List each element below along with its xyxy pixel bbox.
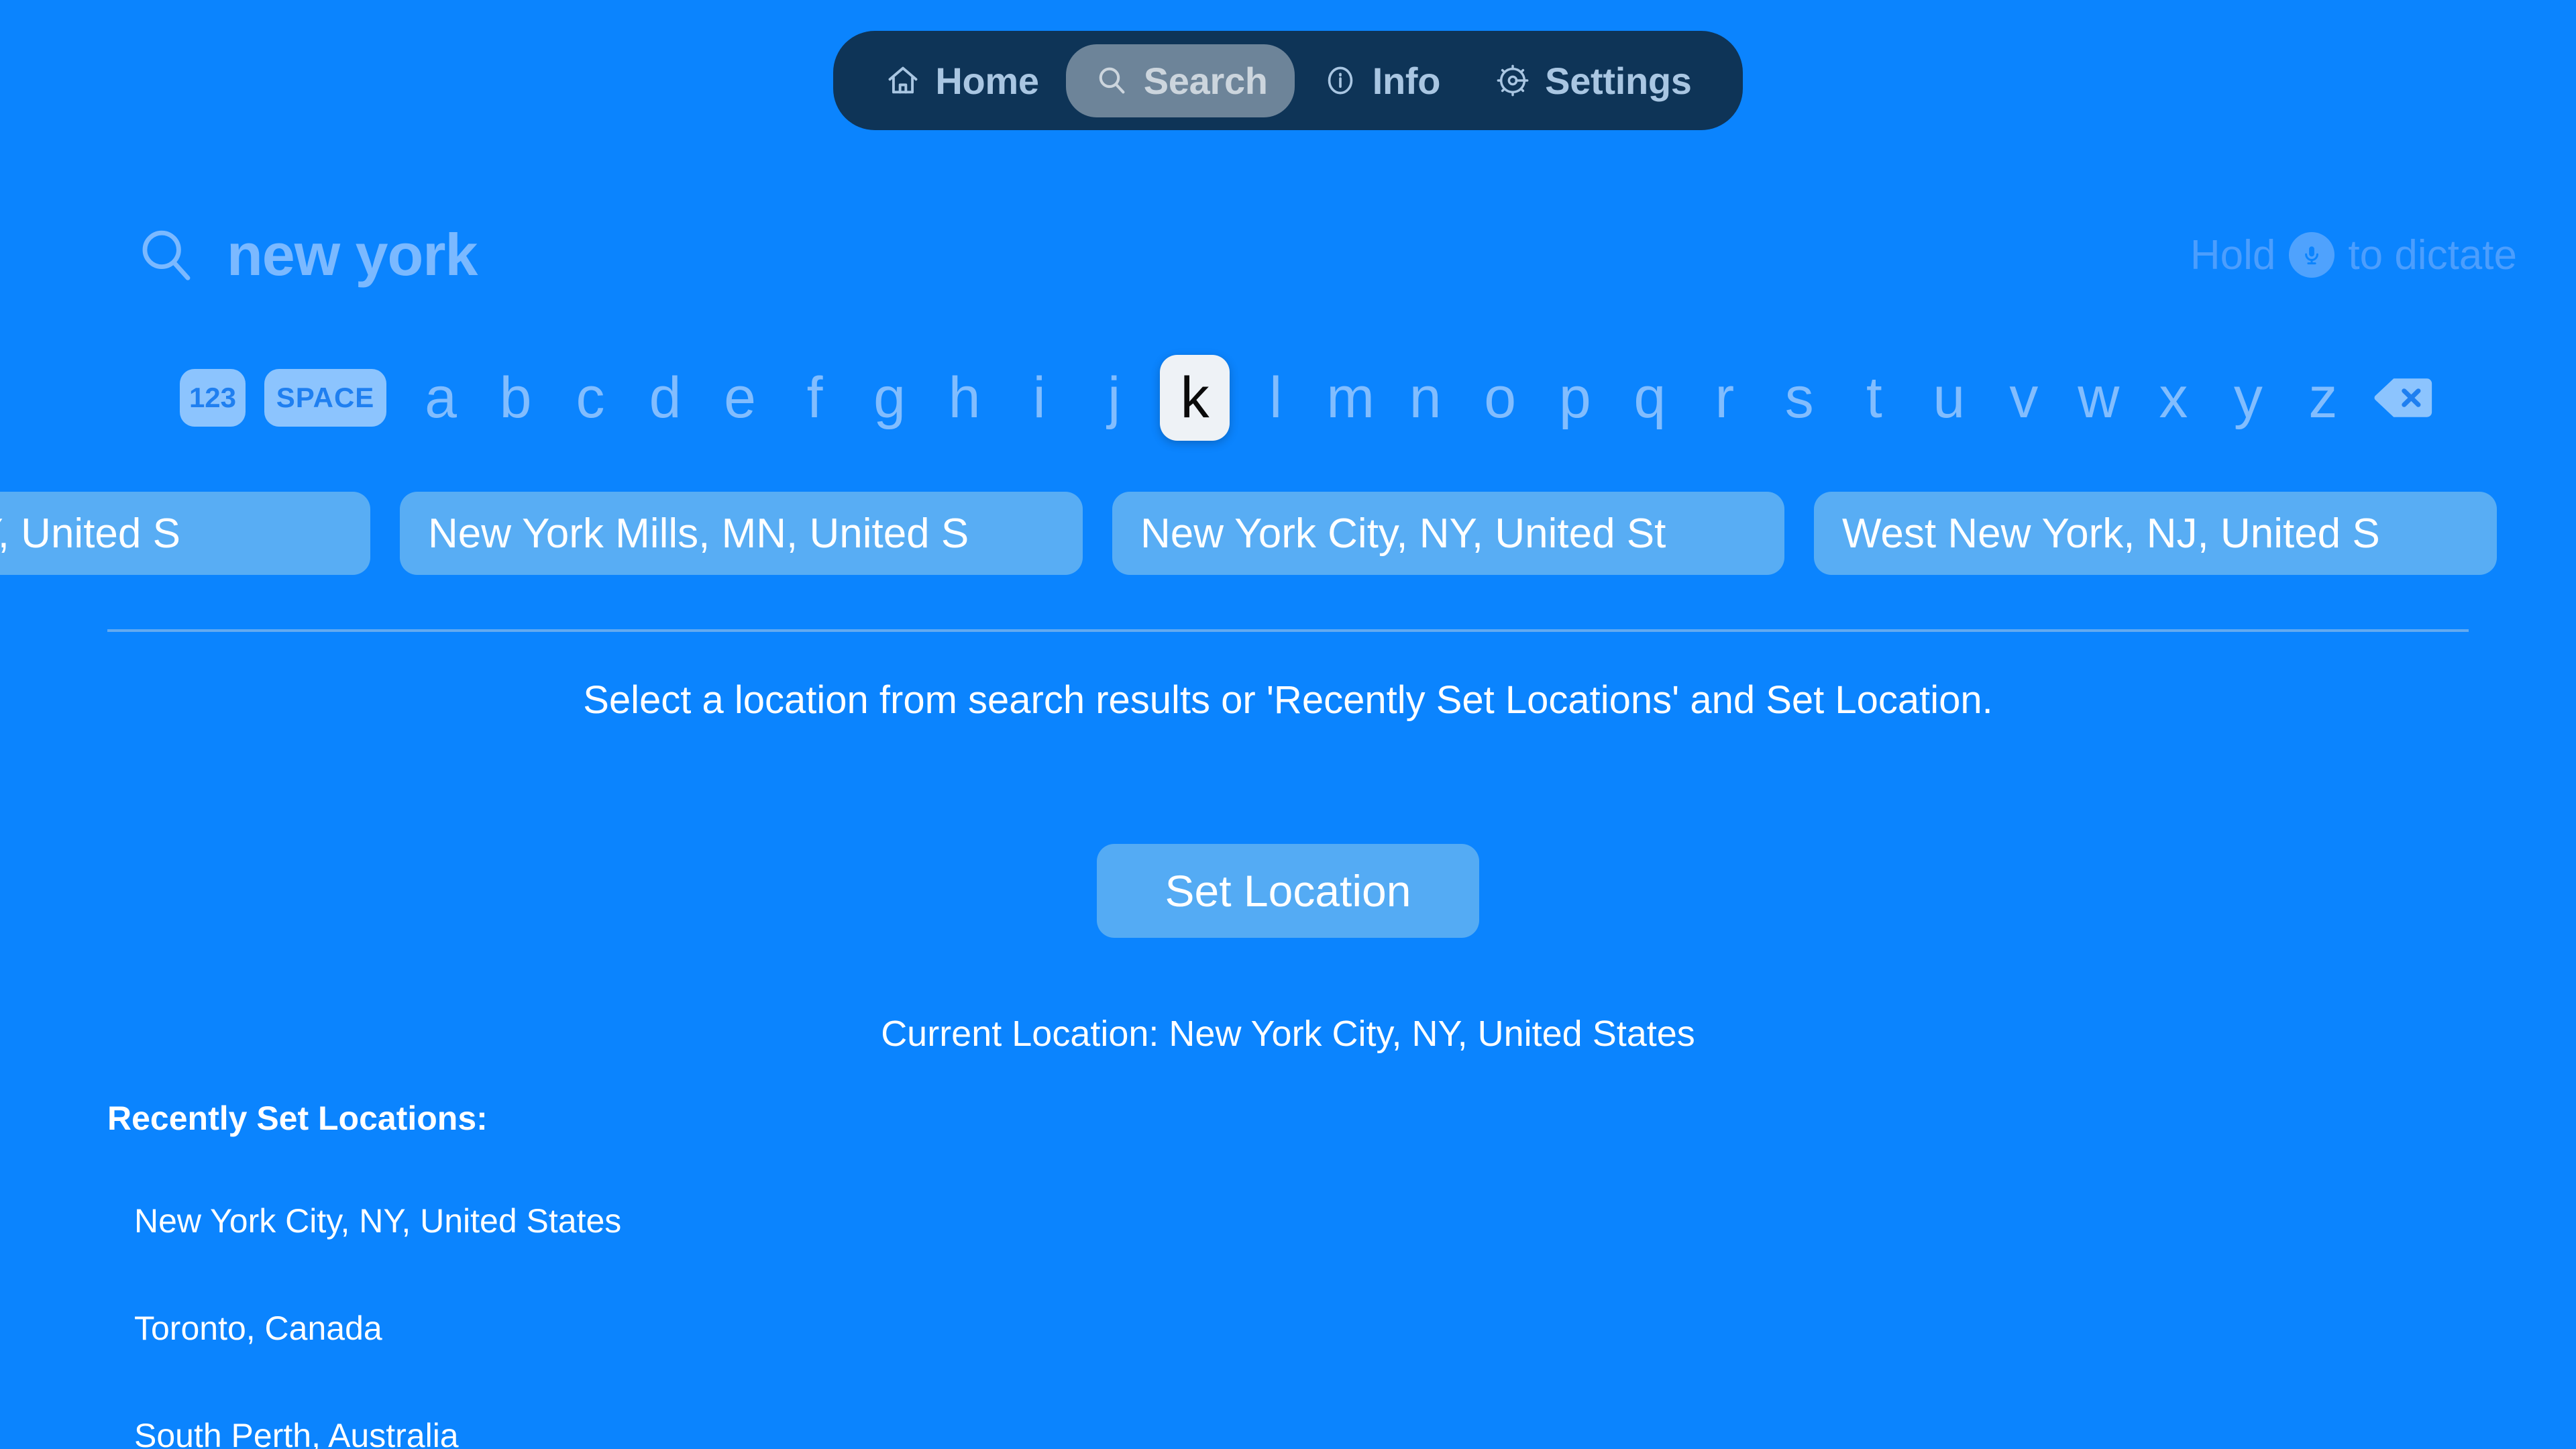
- key-numeric-toggle[interactable]: 123: [180, 369, 246, 427]
- list-item[interactable]: Toronto, Canada: [134, 1275, 621, 1382]
- suggestion-chip[interactable]: New York Mills, MN, United S: [400, 492, 1083, 575]
- key-t[interactable]: t: [1845, 347, 1903, 448]
- key-s[interactable]: s: [1770, 347, 1828, 448]
- keyboard-letters: a b c d e f g h i j k l m n o p q r s t …: [412, 347, 2352, 448]
- set-location-button[interactable]: Set Location: [1097, 844, 1479, 938]
- home-icon: [884, 62, 922, 99]
- search-row: new york Hold to dictate: [0, 195, 2576, 315]
- microphone-icon[interactable]: [2289, 232, 2335, 278]
- key-n[interactable]: n: [1397, 347, 1454, 448]
- recently-set-locations-heading: Recently Set Locations:: [107, 1099, 488, 1137]
- section-divider: [107, 629, 2469, 632]
- key-z[interactable]: z: [2294, 347, 2352, 448]
- search-field[interactable]: new york: [134, 223, 478, 287]
- key-j[interactable]: j: [1085, 347, 1143, 448]
- search-input[interactable]: new york: [227, 225, 478, 284]
- nav-item-info-label: Info: [1372, 59, 1441, 102]
- key-f[interactable]: f: [786, 347, 844, 448]
- key-o[interactable]: o: [1471, 347, 1529, 448]
- suggestion-chip-label: New York Mills, MN, United S: [428, 510, 969, 557]
- key-k[interactable]: k: [1160, 355, 1230, 441]
- nav-item-search[interactable]: Search: [1065, 44, 1295, 117]
- key-g[interactable]: g: [861, 347, 918, 448]
- key-a[interactable]: a: [412, 347, 470, 448]
- key-b[interactable]: b: [487, 347, 545, 448]
- dictate-suffix-label: to dictate: [2348, 231, 2517, 278]
- dictate-prefix-label: Hold: [2190, 231, 2276, 278]
- key-p[interactable]: p: [1546, 347, 1604, 448]
- key-x[interactable]: x: [2145, 347, 2202, 448]
- suggestion-chip[interactable]: ork, NY, United S: [0, 492, 370, 575]
- info-icon: [1322, 62, 1359, 99]
- key-i[interactable]: i: [1010, 347, 1068, 448]
- search-icon: [134, 223, 199, 287]
- key-e[interactable]: e: [711, 347, 769, 448]
- recently-set-locations-list: New York City, NY, United States Toronto…: [134, 1167, 621, 1449]
- suggestion-chip-label: New York City, NY, United St: [1140, 510, 1666, 557]
- suggestion-chip[interactable]: West New York, NJ, United S: [1814, 492, 2497, 575]
- nav-item-settings[interactable]: Settings: [1467, 44, 1719, 117]
- instruction-text: Select a location from search results or…: [583, 678, 1993, 722]
- key-q[interactable]: q: [1621, 347, 1678, 448]
- top-navigation-bar: Home Search Info Settings: [0, 0, 2576, 161]
- backspace-icon[interactable]: [2372, 367, 2434, 429]
- key-m[interactable]: m: [1322, 347, 1379, 448]
- suggestion-chip-label: ork, NY, United S: [0, 510, 180, 557]
- nav-item-home-label: Home: [935, 59, 1039, 102]
- key-l[interactable]: l: [1247, 347, 1305, 448]
- suggestion-chip[interactable]: New York City, NY, United St: [1112, 492, 1784, 575]
- gear-icon: [1494, 62, 1532, 99]
- key-y[interactable]: y: [2219, 347, 2277, 448]
- current-location-text: Current Location: New York City, NY, Uni…: [881, 1014, 1695, 1054]
- set-location-button-row: Set Location: [0, 844, 2576, 938]
- nav-pill-container: Home Search Info Settings: [833, 31, 1743, 130]
- key-v[interactable]: v: [1995, 347, 2053, 448]
- key-d[interactable]: d: [637, 347, 694, 448]
- key-c[interactable]: c: [561, 347, 619, 448]
- key-u[interactable]: u: [1920, 347, 1978, 448]
- key-w[interactable]: w: [2070, 347, 2127, 448]
- key-h[interactable]: h: [936, 347, 994, 448]
- on-screen-keyboard: 123 SPACE a b c d e f g h i j k l m n o …: [0, 347, 2576, 448]
- suggestion-chip-label: West New York, NJ, United S: [1842, 510, 2380, 557]
- nav-item-settings-label: Settings: [1545, 59, 1692, 102]
- key-space[interactable]: SPACE: [264, 369, 386, 427]
- dictate-hint[interactable]: Hold to dictate: [2190, 231, 2517, 279]
- key-r[interactable]: r: [1696, 347, 1754, 448]
- search-icon: [1093, 62, 1130, 99]
- nav-item-home[interactable]: Home: [857, 44, 1065, 117]
- nav-item-search-label: Search: [1143, 59, 1268, 102]
- list-item[interactable]: New York City, NY, United States: [134, 1167, 621, 1275]
- nav-item-info[interactable]: Info: [1295, 44, 1467, 117]
- search-results-chip-list[interactable]: ork, NY, United S New York Mills, MN, Un…: [0, 490, 2576, 577]
- list-item[interactable]: South Perth, Australia: [134, 1382, 621, 1449]
